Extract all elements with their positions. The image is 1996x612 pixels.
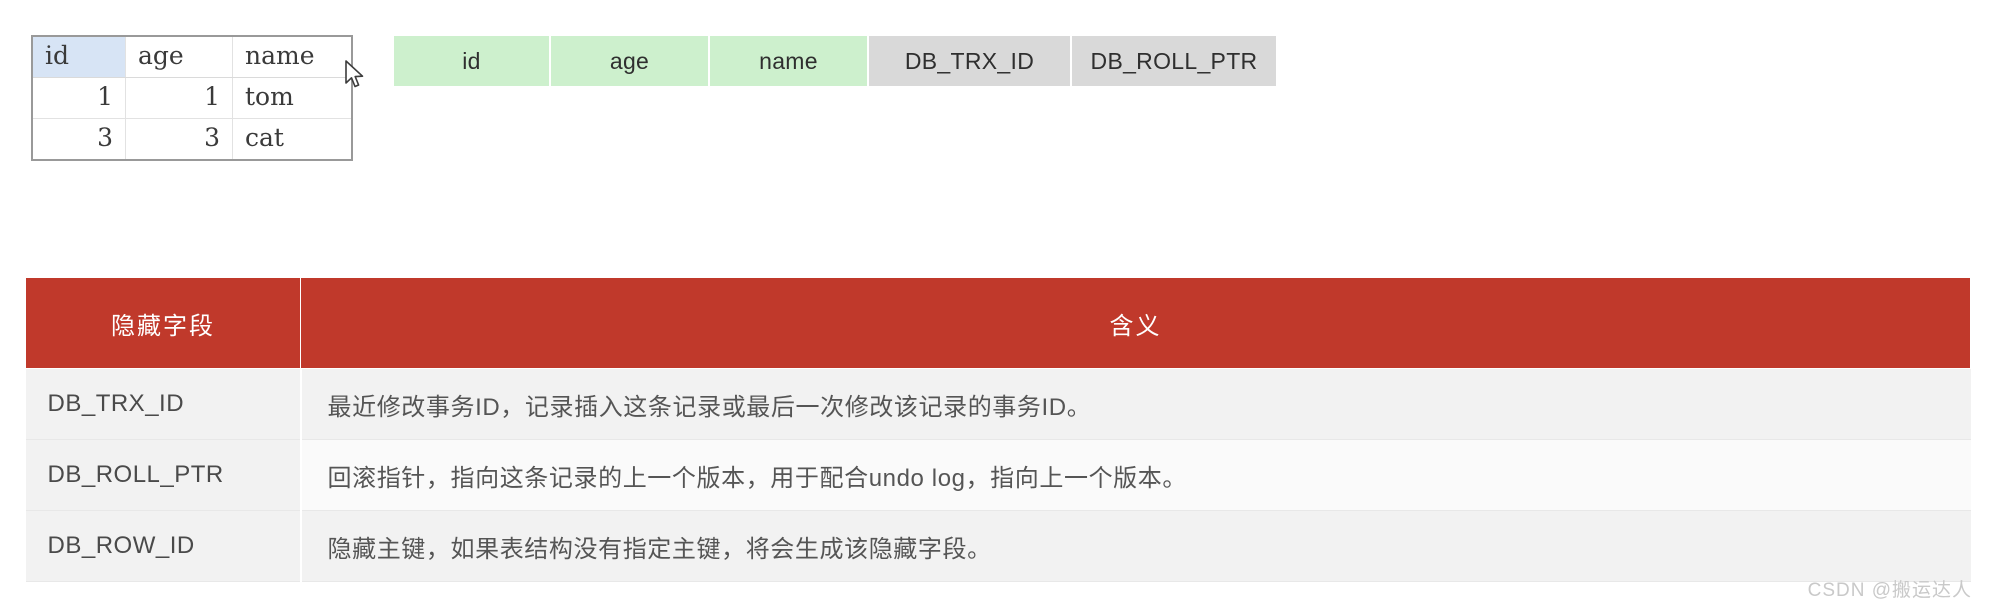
definition-header-row: 隐藏字段 含义 [25,277,1971,369]
cell-field-name: DB_ROLL_PTR [25,439,302,511]
cell-field-name: DB_ROW_ID [25,510,302,582]
table-row: 1 1 tom [31,77,353,119]
cell-meaning: 最近修改事务ID，记录插入这条记录或最后一次修改该记录的事务ID。 [300,368,1971,440]
column-header-name: name [232,35,353,78]
column-header-id: id [31,35,126,78]
field-chip-age: age [551,36,708,86]
definition-header-meaning: 含义 [300,277,1971,369]
cell-age: 3 [125,118,233,161]
table-row: DB_ROW_ID 隐藏主键，如果表结构没有指定主键，将会生成该隐藏字段。 [25,510,1971,582]
cell-meaning: 回滚指针，指向这条记录的上一个版本，用于配合undo log，指向上一个版本。 [300,439,1971,511]
cell-name: tom [232,77,353,119]
mouse-pointer-icon [345,60,364,88]
table-header-row: id age name [31,35,353,78]
table-row: 3 3 cat [31,118,353,161]
cell-name: cat [232,118,353,161]
row-structure-diagram: id age name DB_TRX_ID DB_ROLL_PTR [394,36,1276,86]
hidden-fields-definition-table: 隐藏字段 含义 DB_TRX_ID 最近修改事务ID，记录插入这条记录或最后一次… [25,277,1971,582]
cell-id: 3 [31,118,126,161]
cell-meaning: 隐藏主键，如果表结构没有指定主键，将会生成该隐藏字段。 [300,510,1971,582]
field-chip-db-roll-ptr: DB_ROLL_PTR [1072,36,1276,86]
field-chip-name: name [710,36,867,86]
cell-age: 1 [125,77,233,119]
definition-header-field: 隐藏字段 [25,277,301,369]
field-chip-db-trx-id: DB_TRX_ID [869,36,1070,86]
user-record-table: id age name 1 1 tom 3 3 cat [31,35,353,161]
column-header-age: age [125,35,233,78]
field-chip-id: id [394,36,549,86]
watermark: CSDN @搬运达人 [1807,580,1972,601]
table-row: DB_ROLL_PTR 回滚指针，指向这条记录的上一个版本，用于配合undo l… [25,439,1971,511]
cell-field-name: DB_TRX_ID [25,368,302,440]
table-row: DB_TRX_ID 最近修改事务ID，记录插入这条记录或最后一次修改该记录的事务… [25,368,1971,440]
cell-id: 1 [31,77,126,119]
